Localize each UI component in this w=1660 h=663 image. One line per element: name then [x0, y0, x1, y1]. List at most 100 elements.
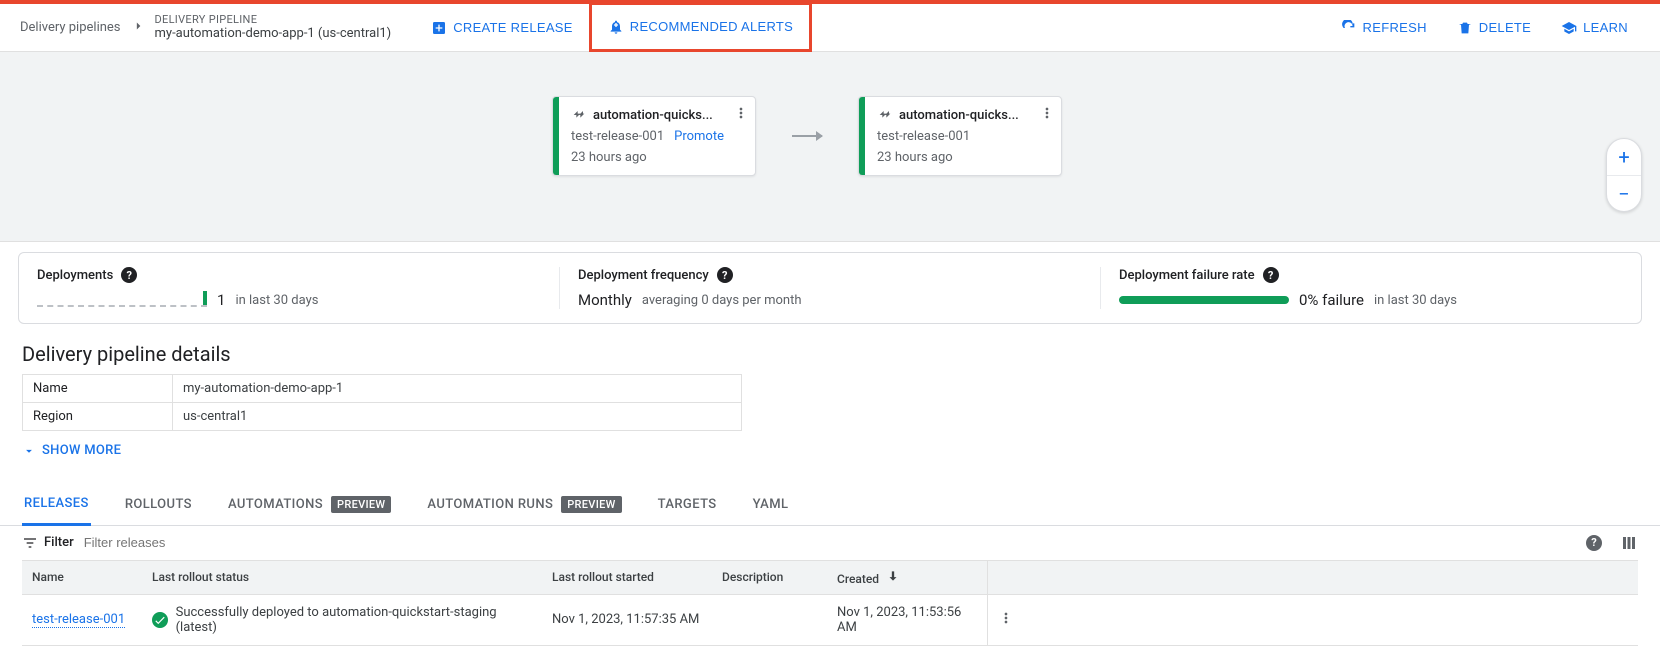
chevron-down-icon	[22, 444, 36, 458]
more-vert-icon	[733, 105, 749, 121]
tab-targets[interactable]: TARGETS	[656, 485, 719, 524]
tabs-bar: RELEASES ROLLOUTS AUTOMATIONSPREVIEW AUT…	[0, 484, 1660, 526]
rollout-started-text: Nov 1, 2023, 11:57:35 AM	[542, 594, 712, 645]
arrow-down-icon	[886, 569, 900, 583]
stage-card-0[interactable]: automation-quicks... test-release-001 Pr…	[552, 96, 756, 176]
recommended-alerts-button[interactable]: RECOMMENDED ALERTS	[596, 11, 805, 43]
metrics-panel: Deployments ? 1 in last 30 days Deployme…	[18, 252, 1642, 324]
details-key: Region	[23, 403, 173, 431]
tab-label: YAML	[753, 497, 789, 512]
metric-title: Deployment frequency	[578, 268, 709, 283]
col-name[interactable]: Name	[22, 560, 142, 594]
col-status[interactable]: Last rollout status	[142, 560, 542, 594]
filter-icon	[22, 535, 38, 551]
learn-button[interactable]: LEARN	[1549, 12, 1640, 44]
stage-menu-button[interactable]	[1039, 105, 1055, 125]
stage-menu-button[interactable]	[733, 105, 749, 125]
releases-table: Name Last rollout status Last rollout st…	[22, 560, 1638, 646]
trash-icon	[1457, 20, 1473, 36]
deployments-sparkline	[37, 293, 207, 307]
stage-arrow-icon	[792, 135, 822, 137]
filter-text: Filter	[44, 535, 74, 550]
stage-release-name: test-release-001	[877, 129, 970, 144]
metric-title: Deployment failure rate	[1119, 268, 1255, 283]
target-icon	[571, 107, 587, 123]
learn-label: LEARN	[1583, 20, 1628, 35]
show-more-label: SHOW MORE	[42, 443, 121, 458]
details-row: Name my-automation-demo-app-1	[23, 375, 742, 403]
header-toolbar: Delivery pipelines DELIVERY PIPELINE my-…	[0, 4, 1660, 52]
target-icon	[877, 107, 893, 123]
metric-frequency: Deployment frequency ? Monthly averaging…	[560, 267, 1101, 309]
promote-link[interactable]: Promote	[674, 129, 724, 144]
zoom-in-button[interactable]: +	[1607, 139, 1641, 175]
col-created-label: Created	[837, 572, 879, 586]
tab-label: ROLLOUTS	[125, 497, 192, 512]
stage-timestamp: 23 hours ago	[571, 150, 745, 165]
col-actions	[987, 560, 1638, 594]
failure-bar	[1119, 296, 1289, 304]
bell-add-icon	[608, 19, 624, 35]
preview-badge: PREVIEW	[561, 496, 621, 513]
create-release-label: CREATE RELEASE	[453, 20, 573, 35]
help-icon[interactable]: ?	[1586, 535, 1602, 551]
details-heading: Delivery pipeline details	[22, 342, 1638, 366]
breadcrumb-root-link[interactable]: Delivery pipelines	[20, 20, 121, 35]
failure-value: 0% failure	[1299, 291, 1364, 309]
recommended-alerts-label: RECOMMENDED ALERTS	[630, 19, 793, 34]
table-header-row: Name Last rollout status Last rollout st…	[22, 560, 1638, 594]
pipeline-canvas[interactable]: automation-quicks... test-release-001 Pr…	[0, 52, 1660, 242]
zoom-out-button[interactable]: −	[1607, 175, 1641, 211]
release-name-link[interactable]: test-release-001	[32, 612, 125, 628]
breadcrumb: Delivery pipelines DELIVERY PIPELINE my-…	[20, 13, 391, 42]
filter-bar: Filter ?	[0, 526, 1660, 560]
help-icon[interactable]: ?	[717, 267, 733, 283]
refresh-button[interactable]: REFRESH	[1329, 12, 1439, 44]
refresh-icon	[1341, 20, 1357, 36]
delete-label: DELETE	[1479, 20, 1531, 35]
help-icon[interactable]: ?	[121, 267, 137, 283]
tab-label: RELEASES	[24, 496, 89, 511]
stage-release-name: test-release-001	[571, 129, 664, 144]
details-row: Region us-central1	[23, 403, 742, 431]
preview-badge: PREVIEW	[331, 496, 391, 513]
details-table: Name my-automation-demo-app-1 Region us-…	[22, 374, 742, 431]
failure-period: in last 30 days	[1374, 293, 1457, 308]
tab-rollouts[interactable]: ROLLOUTS	[123, 485, 194, 524]
create-release-button[interactable]: CREATE RELEASE	[419, 12, 585, 44]
col-description[interactable]: Description	[712, 560, 827, 594]
frequency-sub: averaging 0 days per month	[642, 293, 802, 308]
tab-automations[interactable]: AUTOMATIONSPREVIEW	[226, 484, 393, 525]
metric-title: Deployments	[37, 268, 113, 283]
tab-yaml[interactable]: YAML	[751, 485, 791, 524]
stage-row: automation-quicks... test-release-001 Pr…	[552, 96, 1062, 176]
breadcrumb-label: DELIVERY PIPELINE	[155, 13, 392, 26]
frequency-value: Monthly	[578, 291, 632, 309]
col-created[interactable]: Created	[827, 560, 987, 594]
rollout-status-text: Successfully deployed to automation-quic…	[176, 605, 532, 635]
row-menu-button[interactable]	[998, 610, 1014, 626]
tab-releases[interactable]: RELEASES	[22, 484, 91, 526]
col-started[interactable]: Last rollout started	[542, 560, 712, 594]
stage-timestamp: 23 hours ago	[877, 150, 1051, 165]
show-more-button[interactable]: SHOW MORE	[22, 443, 121, 458]
columns-icon[interactable]	[1620, 534, 1638, 552]
delete-button[interactable]: DELETE	[1445, 12, 1543, 44]
filter-input[interactable]	[84, 535, 1576, 550]
header-actions-left: CREATE RELEASE RECOMMENDED ALERTS	[419, 4, 812, 52]
zoom-controls: + −	[1606, 138, 1642, 212]
metric-failure: Deployment failure rate ? 0% failure in …	[1101, 267, 1641, 309]
more-vert-icon	[1039, 105, 1055, 121]
stage-title: automation-quicks...	[899, 108, 1051, 123]
details-value: us-central1	[173, 403, 742, 431]
table-row: test-release-001 Successfully deployed t…	[22, 594, 1638, 645]
recommended-alerts-highlight: RECOMMENDED ALERTS	[589, 2, 812, 52]
header-actions-right: REFRESH DELETE LEARN	[1329, 12, 1640, 44]
tab-automation-runs[interactable]: AUTOMATION RUNS PREVIEW	[425, 484, 623, 525]
chevron-right-icon	[131, 19, 145, 37]
tab-label: TARGETS	[658, 497, 717, 512]
stage-card-1[interactable]: automation-quicks... test-release-001 23…	[858, 96, 1062, 176]
help-icon[interactable]: ?	[1263, 267, 1279, 283]
tab-label: AUTOMATION RUNS	[427, 497, 553, 512]
success-check-icon	[152, 612, 168, 628]
